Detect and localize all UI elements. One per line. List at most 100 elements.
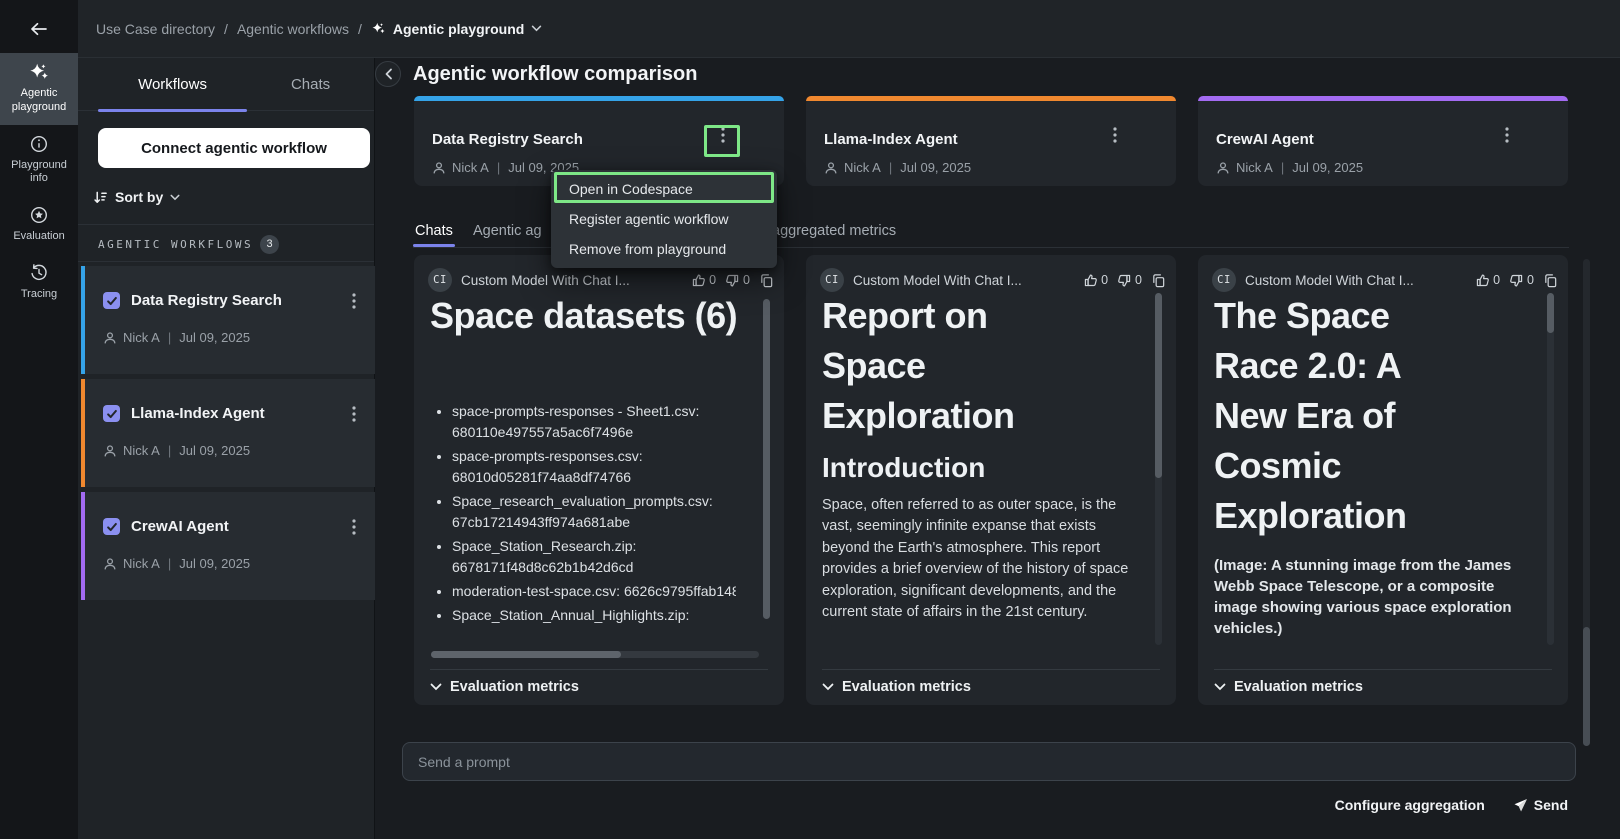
panel-tabs: Workflows Chats [78,58,374,111]
send-button[interactable]: Send [1513,797,1568,813]
tab-aggregated-metrics[interactable]: aggregated metrics [772,215,896,247]
rail-item-tracing[interactable]: Tracing [0,254,78,312]
sparkles-icon [3,61,75,83]
chat-card-header: CI Custom Model With Chat I... 0 0 [428,267,774,293]
menu-item-register-agentic-workflow[interactable]: Register agentic workflow [551,204,777,234]
dislikes-count: 0 [1527,273,1534,287]
breadcrumb-separator: / [224,21,228,37]
copy-icon[interactable] [1543,273,1558,288]
rail-item-evaluation[interactable]: Evaluation [0,196,78,254]
menu-item-open-in-codespace[interactable]: Open in Codespace [551,174,777,204]
divider [430,669,768,670]
chevron-down-icon [822,683,834,691]
section-title: AGENTIC WORKFLOWS [98,238,253,251]
menu-item-remove-from-playground[interactable]: Remove from playground [551,234,777,264]
likes-count: 0 [1493,273,1500,287]
meta-separator: | [887,160,894,175]
dataset-bullet: Space_Station_Annual_Highlights.zip: [452,605,736,626]
tab-chats-main[interactable]: Chats [415,215,453,247]
dataset-bullet: space-prompts-responses.csv: 68010d05281… [452,446,736,488]
thumbs-up-button[interactable]: 0 [1083,273,1108,288]
rail-item-label: Tracing [3,288,75,302]
kebab-menu-icon[interactable] [1496,124,1518,146]
workflow-date: Jul 09, 2025 [179,330,250,345]
breadcrumb-agentic-workflows[interactable]: Agentic workflows [237,21,349,37]
likes-count: 0 [709,273,716,287]
chat-card-header: CI Custom Model With Chat I... 0 0 [820,267,1166,293]
workflow-card-data-registry-search[interactable]: Data Registry Search Nick A | Jul 09, 20… [81,266,375,374]
workflow-card-top: CrewAI Agent [103,518,341,535]
kebab-menu-icon[interactable] [343,516,365,538]
topbar: Use Case directory / Agentic workflows /… [78,0,1620,58]
workflow-checkbox[interactable] [103,405,120,422]
horizontal-scrollbar[interactable] [431,651,759,658]
dataset-list: space-prompts-responses - Sheet1.csv: 68… [430,401,736,651]
accent-bar [1198,96,1568,101]
workflow-checkbox[interactable] [103,292,120,309]
sparkles-icon [371,21,386,36]
workflow-card-crewai-agent[interactable]: CrewAI Agent Nick A | Jul 09, 2025 [81,492,375,600]
evaluation-metrics-toggle[interactable]: Evaluation metrics [430,679,579,695]
kebab-menu-icon[interactable] [1104,124,1126,146]
model-name: Custom Model With Chat I... [1245,273,1466,288]
workflow-checkbox[interactable] [103,518,120,535]
dislikes-count: 0 [1135,273,1142,287]
chat-card-llama-index-agent: CI Custom Model With Chat I... 0 0 Repor… [806,255,1176,705]
back-button[interactable] [26,17,52,41]
tab-label: Chats [291,76,330,93]
workflow-card-top: Llama-Index Agent [103,405,341,422]
dataset-bullet: Space_research_evaluation_prompts.csv: 6… [452,491,736,533]
accent-bar [414,96,784,101]
chevron-down-icon [430,683,442,691]
owner-name: Nick A [123,330,160,345]
comparison-header-llama-index-agent[interactable]: Llama-Index Agent Nick A | Jul 09, 2025 [806,96,1176,186]
copy-icon[interactable] [1151,273,1166,288]
chevron-down-icon [170,194,180,201]
tab-workflows[interactable]: Workflows [98,58,247,111]
copy-icon[interactable] [759,273,774,288]
rail-item-playground-info[interactable]: Playground info [0,125,78,197]
comparison-header-crewai-agent[interactable]: CrewAI Agent Nick A | Jul 09, 2025 [1198,96,1568,186]
configure-aggregation-label: Configure aggregation [1335,797,1485,813]
rail-item-label: Playground info [3,159,75,187]
thumbs-down-button[interactable]: 0 [1509,273,1534,288]
workflows-panel: Workflows Chats Connect agentic workflow… [78,58,375,839]
owner-name: Nick A [123,443,160,458]
tab-chats[interactable]: Chats [247,58,374,111]
dislikes-count: 0 [743,273,750,287]
chat-card-crewai-agent: CI Custom Model With Chat I... 0 0 The S… [1198,255,1568,705]
collapse-panel-button[interactable] [375,61,401,87]
kebab-menu-icon[interactable] [343,403,365,425]
sort-icon [93,190,108,205]
vertical-scrollbar[interactable] [1547,293,1554,333]
person-icon [1216,161,1230,175]
thumbs-down-button[interactable]: 0 [725,273,750,288]
tab-agentic-aggregation[interactable]: Agentic ag [473,215,542,247]
thumbs-down-button[interactable]: 0 [1117,273,1142,288]
breadcrumb-use-case-directory[interactable]: Use Case directory [96,21,215,37]
breadcrumb-current-playground[interactable]: Agentic playground [371,21,542,37]
workflow-context-menu: Open in Codespace Register agentic workf… [551,170,777,268]
main-scrollbar-thumb[interactable] [1583,627,1590,746]
thumbs-up-button[interactable]: 0 [1475,273,1500,288]
sort-by-control[interactable]: Sort by [93,186,180,208]
tab-label: aggregated metrics [772,223,896,239]
vertical-scrollbar[interactable] [1155,293,1162,478]
horizontal-scrollbar-thumb[interactable] [431,651,621,658]
kebab-menu-icon[interactable] [712,124,734,146]
vertical-scrollbar[interactable] [763,299,770,619]
vertical-scrollbar-track[interactable] [1547,293,1554,645]
meta-separator: | [166,556,173,571]
kebab-menu-icon[interactable] [343,290,365,312]
evaluation-metrics-toggle[interactable]: Evaluation metrics [1214,679,1363,695]
meta-separator: | [495,160,502,175]
evaluation-metrics-toggle[interactable]: Evaluation metrics [822,679,971,695]
thumbs-up-button[interactable]: 0 [691,273,716,288]
prompt-input[interactable] [402,742,1576,781]
divider [78,224,374,225]
connect-agentic-workflow-button[interactable]: Connect agentic workflow [98,128,370,168]
dataset-bullet: moderation-test-space.csv: 6626c9795ffab… [452,581,736,602]
rail-item-agentic-playground[interactable]: Agentic playground [0,53,78,125]
workflow-card-llama-index-agent[interactable]: Llama-Index Agent Nick A | Jul 09, 2025 [81,379,375,487]
configure-aggregation-button[interactable]: Configure aggregation [1335,797,1485,813]
